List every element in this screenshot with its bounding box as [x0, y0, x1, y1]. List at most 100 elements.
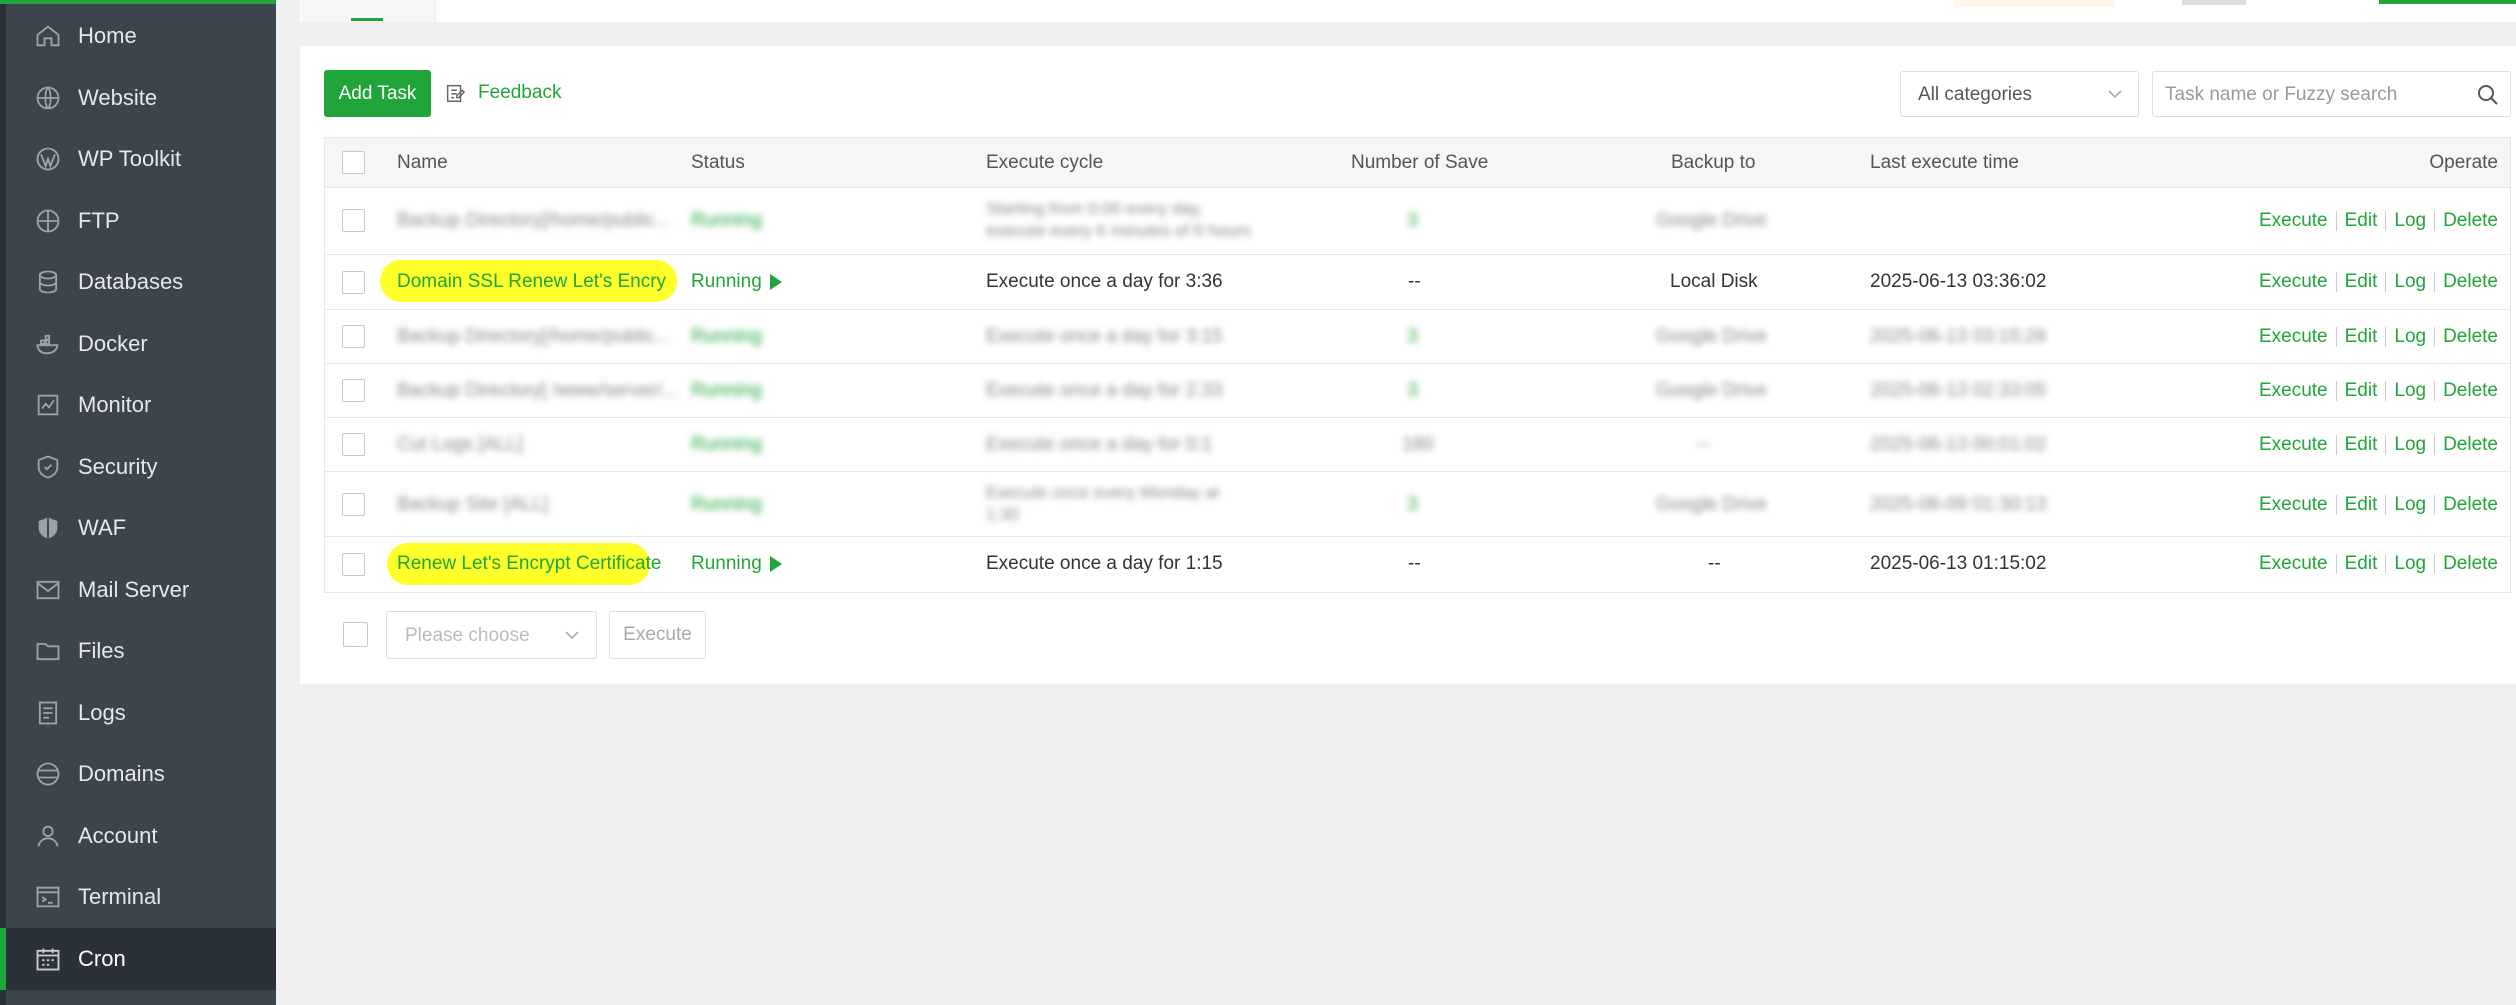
task-name[interactable]: Backup Directory[/home/public... — [397, 210, 671, 232]
table-row: Cut Logs [ALL] Running Execute once a da… — [325, 418, 2510, 472]
task-status[interactable]: Running — [691, 553, 782, 575]
row-checkbox[interactable] — [342, 553, 365, 576]
log-link[interactable]: Log — [2394, 494, 2426, 516]
task-name[interactable]: Cut Logs [ALL] — [397, 434, 523, 456]
execute-link[interactable]: Execute — [2259, 380, 2328, 402]
delete-link[interactable]: Delete — [2443, 434, 2498, 456]
task-name[interactable]: Backup Directory[/home/public... — [397, 326, 671, 348]
task-status[interactable]: Running — [691, 210, 762, 232]
sidebar-item-website[interactable]: Website — [0, 67, 276, 129]
log-link[interactable]: Log — [2394, 380, 2426, 402]
divider — [2335, 272, 2337, 292]
delete-link[interactable]: Delete — [2443, 271, 2498, 293]
delete-link[interactable]: Delete — [2443, 326, 2498, 348]
batch-select-checkbox[interactable] — [343, 622, 368, 647]
task-backup: Google Drive — [1656, 380, 1767, 401]
sidebar-item-label: WAF — [78, 515, 127, 540]
task-status[interactable]: Running — [691, 434, 762, 456]
sidebar-item-files[interactable]: Files — [0, 620, 276, 682]
table-row: Backup Directory[/home/public... Running… — [325, 310, 2510, 364]
sidebar-item-monitor[interactable]: Monitor — [0, 374, 276, 436]
play-icon — [769, 556, 782, 572]
sidebar-item-label: Home — [78, 23, 137, 48]
divider — [2335, 554, 2337, 574]
sidebar-item-ftp[interactable]: FTP — [0, 190, 276, 252]
header-action-button[interactable] — [2379, 0, 2516, 4]
status-text: Running — [691, 553, 762, 574]
select-all-checkbox[interactable] — [342, 151, 365, 174]
row-checkbox[interactable] — [342, 209, 365, 232]
user-icon — [34, 822, 62, 850]
log-link[interactable]: Log — [2394, 434, 2426, 456]
header-button[interactable] — [2182, 0, 2246, 5]
sidebar-item-home[interactable]: Home — [0, 5, 276, 67]
sidebar-item-security[interactable]: Security — [0, 436, 276, 498]
row-checkbox[interactable] — [342, 433, 365, 456]
column-header-name[interactable]: Name — [397, 152, 448, 174]
batch-execute-button[interactable]: Execute — [609, 611, 706, 659]
category-select[interactable]: All categories — [1900, 71, 2139, 117]
edit-link[interactable]: Edit — [2345, 553, 2378, 575]
log-link[interactable]: Log — [2394, 210, 2426, 232]
task-last-execute: 2025-06-13 00:01:02 — [1870, 434, 2047, 455]
row-checkbox[interactable] — [342, 271, 365, 294]
execute-link[interactable]: Execute — [2259, 434, 2328, 456]
task-name[interactable]: Renew Let's Encrypt Certificate — [397, 553, 661, 575]
edit-link[interactable]: Edit — [2345, 434, 2378, 456]
task-name[interactable]: Backup Directory[ /www/server/... — [397, 380, 678, 402]
edit-link[interactable]: Edit — [2345, 380, 2378, 402]
delete-link[interactable]: Delete — [2443, 553, 2498, 575]
log-link[interactable]: Log — [2394, 326, 2426, 348]
edit-link[interactable]: Edit — [2345, 494, 2378, 516]
divider — [2434, 381, 2436, 401]
add-task-button[interactable]: Add Task — [324, 70, 431, 117]
log-link[interactable]: Log — [2394, 271, 2426, 293]
sidebar-item-terminal[interactable]: Terminal — [0, 866, 276, 928]
task-name[interactable]: Backup Site [ALL] — [397, 494, 548, 516]
edit-link[interactable]: Edit — [2345, 210, 2378, 232]
task-status[interactable]: Running — [691, 380, 762, 402]
sidebar-item-domains[interactable]: Domains — [0, 743, 276, 805]
sidebar-item-mail-server[interactable]: Mail Server — [0, 559, 276, 621]
execute-link[interactable]: Execute — [2259, 494, 2328, 516]
task-status[interactable]: Running — [691, 271, 782, 293]
delete-link[interactable]: Delete — [2443, 210, 2498, 232]
sidebar-item-cron[interactable]: Cron — [0, 928, 276, 990]
sidebar-item-logs[interactable]: Logs — [0, 682, 276, 744]
ftp-globe-icon — [34, 207, 62, 235]
search-input[interactable] — [2165, 80, 2455, 110]
feedback-link[interactable]: Feedback — [444, 78, 561, 108]
search-icon[interactable] — [2476, 83, 2500, 107]
row-checkbox[interactable] — [342, 325, 365, 348]
execute-link[interactable]: Execute — [2259, 271, 2328, 293]
execute-link[interactable]: Execute — [2259, 553, 2328, 575]
edit-link[interactable]: Edit — [2345, 326, 2378, 348]
logs-icon — [34, 699, 62, 727]
execute-link[interactable]: Execute — [2259, 326, 2328, 348]
sidebar-item-docker[interactable]: Docker — [0, 313, 276, 375]
divider — [2385, 495, 2387, 515]
column-header-last-execute[interactable]: Last execute time — [1870, 152, 2019, 174]
delete-link[interactable]: Delete — [2443, 494, 2498, 516]
log-link[interactable]: Log — [2394, 553, 2426, 575]
divider — [2434, 435, 2436, 455]
task-status[interactable]: Running — [691, 494, 762, 516]
delete-link[interactable]: Delete — [2443, 380, 2498, 402]
row-checkbox[interactable] — [342, 379, 365, 402]
sidebar-item-account[interactable]: Account — [0, 805, 276, 867]
category-select-value: All categories — [1918, 84, 2033, 105]
sidebar-item-wp-toolkit[interactable]: WP Toolkit — [0, 128, 276, 190]
sidebar-item-databases[interactable]: Databases — [0, 251, 276, 313]
edit-link[interactable]: Edit — [2345, 271, 2378, 293]
mail-icon — [34, 576, 62, 604]
task-status[interactable]: Running — [691, 326, 762, 348]
sidebar-item-waf[interactable]: WAF — [0, 497, 276, 559]
row-checkbox[interactable] — [342, 493, 365, 516]
execute-link[interactable]: Execute — [2259, 210, 2328, 232]
task-backup: -- — [1708, 553, 1721, 574]
task-name[interactable]: Domain SSL Renew Let's Encrypt... — [397, 271, 667, 293]
batch-action-select[interactable]: Please choose — [386, 611, 597, 659]
calendar-icon — [34, 945, 62, 973]
task-saves: 3 — [1407, 326, 1418, 347]
edit-note-icon — [446, 84, 466, 102]
